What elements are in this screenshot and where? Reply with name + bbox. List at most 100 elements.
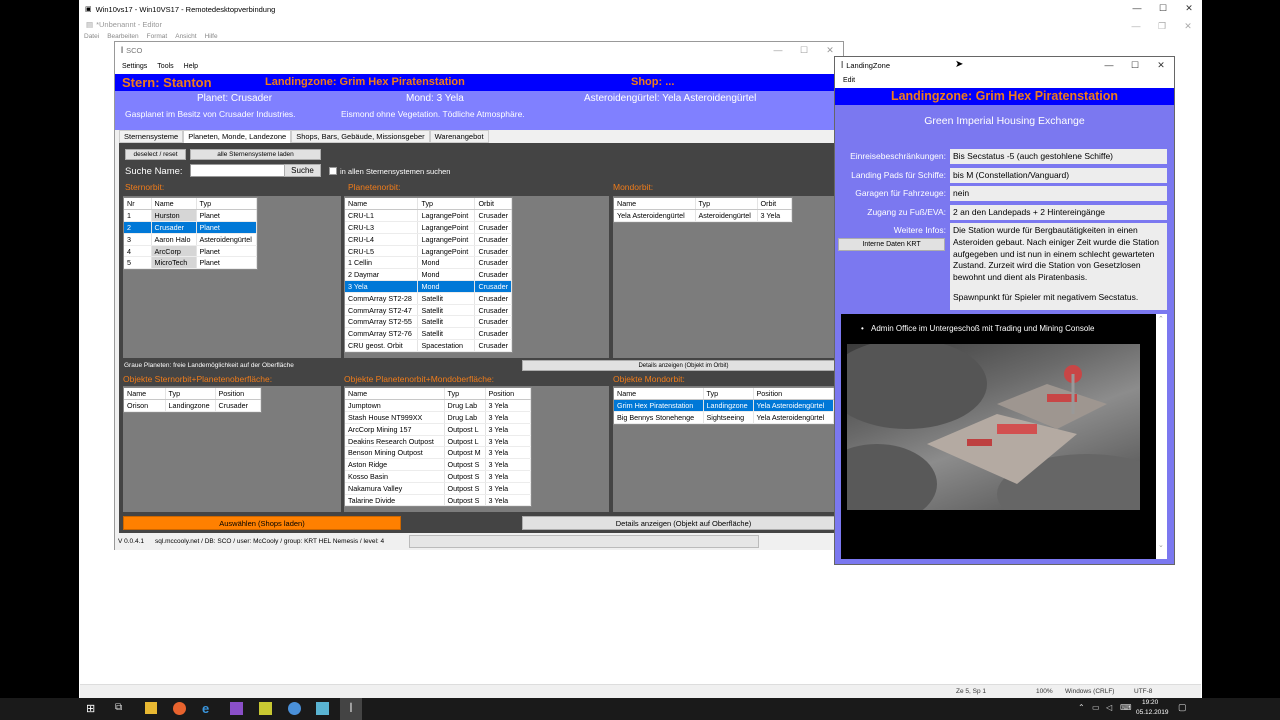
- table-row[interactable]: Aston Ridge Outpost S3 Yela: [345, 458, 531, 472]
- table-row[interactable]: Grim Hex Piratenstation Landingzone Yela A…: [614, 399, 834, 413]
- table-row[interactable]: 1 Hurston Planet: [124, 209, 257, 223]
- editor-menu-datei[interactable]: Datei: [84, 33, 99, 40]
- lz-minimize-icon[interactable]: —: [1096, 57, 1122, 73]
- editor-close-icon[interactable]: ✕: [1175, 18, 1201, 34]
- col-typ[interactable]: Typ: [165, 388, 216, 401]
- lz-maximize-icon[interactable]: ☐: [1122, 57, 1148, 73]
- table-row[interactable]: 3 Aaron Halo Asteroidengürtel: [124, 233, 257, 246]
- col-typ[interactable]: Typ: [695, 198, 758, 211]
- table-row[interactable]: CRU-L5 LagrangePoint Crusader: [345, 245, 512, 258]
- col-position[interactable]: Position: [215, 388, 261, 401]
- app-icon-2[interactable]: [288, 702, 301, 715]
- tab-sternensysteme[interactable]: Sternensysteme: [119, 130, 184, 143]
- deselect-button[interactable]: deselect / reset: [125, 149, 186, 160]
- moon-table[interactable]: Name Typ Orbit Yela Asteroidengürtel Aste…: [613, 197, 793, 224]
- sco-minimize-icon[interactable]: —: [765, 42, 791, 58]
- lz-scrollbar[interactable]: ⌃ ⌄: [1156, 314, 1167, 559]
- col-typ[interactable]: Typ: [196, 198, 257, 211]
- table-row[interactable]: CRU-L1 LagrangePoint Crusader: [345, 209, 512, 223]
- table-row[interactable]: 5 MicroTech Planet: [124, 256, 257, 270]
- editor-menu-bearbeiten[interactable]: Bearbeiten: [107, 33, 138, 40]
- table-row[interactable]: Deakins Research Outpost Outpost L3 Yela: [345, 435, 531, 448]
- table-row[interactable]: 1 Cellin Mond Crusader: [345, 256, 512, 270]
- tab-warenangebot[interactable]: Warenangebot: [429, 130, 489, 143]
- search-button[interactable]: Suche: [284, 164, 321, 177]
- table-row[interactable]: 2 Crusader Planet: [124, 221, 257, 234]
- field-garagen[interactable]: nein: [950, 186, 1167, 201]
- tab-shops[interactable]: Shops, Bars, Gebäude, Missionsgeber: [291, 130, 430, 143]
- explorer-icon[interactable]: [145, 702, 157, 714]
- editor-menu-format[interactable]: Format: [147, 33, 168, 40]
- firefox-icon[interactable]: [173, 702, 186, 715]
- star-table[interactable]: Nr Name Typ 1 Hurston Planet 2 Crusader Plane…: [123, 197, 258, 271]
- field-pads[interactable]: bis M (Constellation/Vanguard): [950, 168, 1167, 183]
- tray-chevron-icon[interactable]: ⌃: [1078, 703, 1085, 712]
- volume-icon[interactable]: ◁: [1106, 703, 1112, 712]
- planet-table[interactable]: Name Typ Orbit CRU-L1 LagrangePoint Crusad…: [344, 197, 513, 353]
- col-name[interactable]: Name: [614, 198, 696, 211]
- col-nr[interactable]: Nr: [124, 198, 152, 211]
- table-row[interactable]: Big Bennys Stonehenge Sightseeing Yela Ast…: [614, 411, 834, 424]
- table-row[interactable]: CommArray ST2-55 Satellit Crusader: [345, 315, 512, 329]
- table-row[interactable]: ArcCorp Mining 157 Outpost L3 Yela: [345, 423, 531, 436]
- table-row[interactable]: Jumptown Drug Lab 3 Yela: [345, 399, 531, 413]
- table-row[interactable]: Orison Landingzone Crusader: [124, 399, 261, 413]
- col-name[interactable]: Name: [124, 388, 166, 401]
- notification-icon[interactable]: ▢: [1178, 702, 1187, 713]
- editor-menu-ansicht[interactable]: Ansicht: [175, 33, 196, 40]
- editor-titlebar[interactable]: ▤ *Unbenannt - Editor: [80, 18, 1201, 31]
- obj-moon-table[interactable]: Name Typ Position Grim Hex Piratenstatio…: [613, 387, 835, 425]
- lz-close-icon[interactable]: ✕: [1148, 57, 1174, 73]
- field-zugang[interactable]: 2 an den Landepads + 2 Hintereingänge: [950, 205, 1167, 220]
- col-typ[interactable]: Typ: [703, 388, 754, 401]
- editor-minimize-icon[interactable]: —: [1123, 18, 1149, 34]
- rdp-close-icon[interactable]: ✕: [1176, 0, 1202, 16]
- tab-planeten[interactable]: Planeten, Monde, Landezone: [183, 130, 292, 143]
- table-row[interactable]: Yela Asteroidengürtel Asteroidengürtel 3 Y…: [614, 209, 792, 223]
- details-orbit-button[interactable]: Details anzeigen (Objekt im Orbit): [522, 360, 845, 371]
- load-all-systems-button[interactable]: alle Sternensysteme laden: [190, 149, 321, 160]
- edge-icon[interactable]: e: [202, 701, 209, 716]
- sco-maximize-icon[interactable]: ☐: [791, 42, 817, 58]
- table-row[interactable]: Talarine Divide Outpost S3 Yela: [345, 494, 531, 507]
- table-row[interactable]: 4 ArcCorp Planet: [124, 245, 257, 258]
- scroll-up-icon[interactable]: ⌃: [1158, 315, 1164, 323]
- rdp-titlebar[interactable]: ▣ Win10vs17 - Win10VS17 - Remotedesktopv…: [79, 0, 1202, 18]
- table-row[interactable]: CRU-L4 LagrangePoint Crusader: [345, 233, 512, 246]
- field-einreise[interactable]: Bis Secstatus -5 (auch gestohlene Schiff…: [950, 149, 1167, 164]
- table-row[interactable]: CommArray ST2-28 Satellit Crusader: [345, 292, 512, 305]
- table-row[interactable]: 2 Daymar Mond Crusader: [345, 268, 512, 282]
- editor-menu-hilfe[interactable]: Hilfe: [205, 33, 218, 40]
- start-icon[interactable]: ⊞: [86, 702, 95, 715]
- col-name[interactable]: Name: [345, 388, 445, 401]
- table-row[interactable]: CRU geost. Orbit Spacestation Crusader: [345, 339, 512, 352]
- clock-date[interactable]: 05.12.2019: [1136, 709, 1169, 716]
- field-weitere[interactable]: Die Station wurde für Bergbautätigkeiten…: [950, 223, 1167, 310]
- visual-studio-icon[interactable]: [230, 702, 243, 715]
- obj-star-table[interactable]: Name Typ Position Orison Landingzone Crusa…: [123, 387, 262, 414]
- col-position[interactable]: Position: [753, 388, 834, 401]
- editor-maximize-icon[interactable]: ❐: [1149, 18, 1175, 34]
- table-row[interactable]: Nakamura Valley Outpost S3 Yela: [345, 482, 531, 495]
- sco-titlebar[interactable]: ꟾ SCO: [115, 42, 843, 59]
- col-typ[interactable]: Typ: [417, 198, 476, 211]
- table-row[interactable]: 3 Yela Mond Crusader: [345, 280, 512, 293]
- col-orbit[interactable]: Orbit: [757, 198, 792, 211]
- table-row[interactable]: Stash House NT999XX Drug Lab 3 Yela: [345, 411, 531, 424]
- rdp-maximize-icon[interactable]: ☐: [1150, 0, 1176, 16]
- obj-planet-table[interactable]: Name Typ Position Jumptown Drug Lab 3 Yela…: [344, 387, 532, 508]
- col-name[interactable]: Name: [614, 388, 704, 401]
- col-typ[interactable]: Typ: [444, 388, 486, 401]
- col-name[interactable]: Name: [345, 198, 419, 211]
- table-row[interactable]: CommArray ST2-76 Satellit Crusader: [345, 327, 512, 341]
- internal-data-button[interactable]: Interne Daten KRT: [838, 238, 945, 251]
- all-systems-checkbox[interactable]: [329, 167, 337, 175]
- details-surface-button[interactable]: Details anzeigen (Objekt auf Oberfläche): [522, 516, 845, 530]
- col-name[interactable]: Name: [151, 198, 197, 211]
- table-row[interactable]: CommArray ST2-47 Satellit Crusader: [345, 304, 512, 317]
- scroll-down-icon[interactable]: ⌄: [1158, 541, 1164, 549]
- sco-menu-settings[interactable]: Settings: [122, 63, 147, 70]
- keyboard-icon[interactable]: ⌨: [1120, 703, 1132, 712]
- table-row[interactable]: Benson Mining Outpost Outpost M3 Yela: [345, 446, 531, 460]
- table-row[interactable]: Kosso Basin Outpost S3 Yela: [345, 470, 531, 483]
